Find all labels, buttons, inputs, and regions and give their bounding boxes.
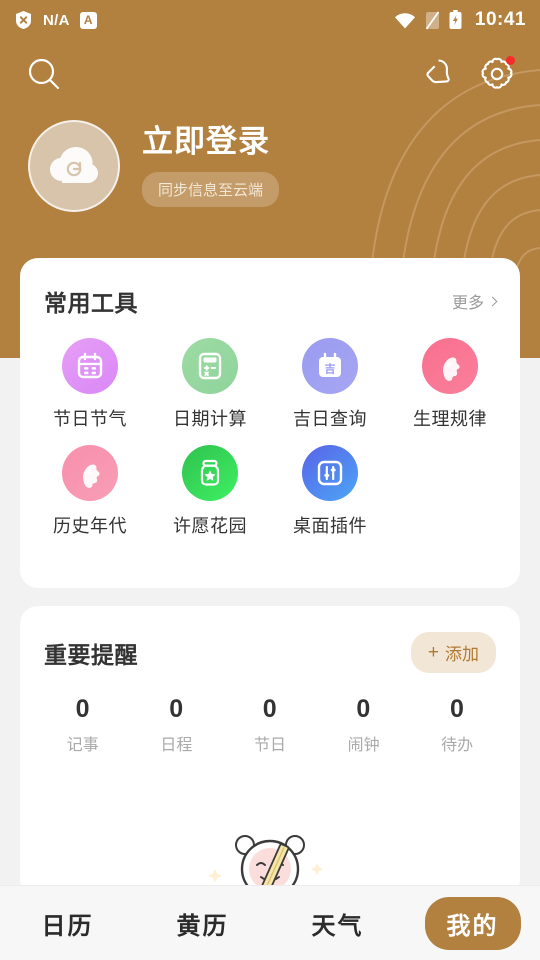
tool-item-2[interactable]: 日期计算: [150, 338, 270, 431]
tool-label: 桌面插件: [293, 516, 367, 536]
search-button[interactable]: [24, 54, 64, 94]
stat-label: 闹钟: [347, 737, 380, 754]
tool-item-5[interactable]: 历史年代: [30, 445, 150, 538]
reminder-stat[interactable]: 0 闹钟: [317, 695, 411, 755]
lucky-calendar-icon: 吉: [302, 338, 358, 394]
profile-section[interactable]: 立即登录 同步信息至云端: [0, 108, 540, 212]
reminder-card-title: 重要提醒: [44, 641, 138, 668]
tool-item-7[interactable]: 桌面插件: [270, 445, 390, 538]
woman-figure-icon: [62, 445, 118, 501]
stat-count: 0: [75, 695, 90, 723]
tool-label: 历史年代: [53, 516, 127, 536]
nav-item-1[interactable]: 日历: [0, 906, 135, 941]
notifications-button[interactable]: [418, 56, 454, 92]
reminder-stat[interactable]: 0 待办: [410, 695, 504, 755]
chevron-right-icon: [487, 296, 498, 306]
widget-slider-icon: [302, 445, 358, 501]
clock-label: 10:41: [474, 9, 526, 30]
stat-count: 0: [449, 695, 465, 723]
reminder-card-header: 重要提醒 + 添加: [20, 606, 520, 673]
reminder-stat[interactable]: 0 记事: [36, 695, 130, 755]
tool-item-6[interactable]: 许愿花园: [150, 445, 270, 538]
bottom-navigation: 日历 黄历 天气 我的: [0, 885, 540, 960]
stat-label: 日程: [160, 737, 193, 754]
tool-label: 节日节气: [53, 409, 127, 429]
search-icon: [28, 58, 60, 90]
tool-label: 生理规律: [413, 409, 487, 429]
battery-charging-icon: [449, 10, 462, 29]
nav-item-3[interactable]: 天气: [270, 906, 405, 941]
reminder-stat[interactable]: 0 日程: [130, 695, 224, 755]
common-tools-card: 常用工具 更多 节日节气 日期计算吉吉日查询 生理规律 历史年代 许愿花园 桌面插件: [20, 258, 520, 588]
tool-item-3[interactable]: 吉吉日查询: [270, 338, 390, 431]
tools-card-title: 常用工具: [44, 290, 138, 316]
tool-item-4[interactable]: 生理规律: [390, 338, 510, 431]
nav-item-4[interactable]: 我的: [405, 896, 540, 950]
plus-icon: +: [427, 642, 439, 663]
cloud-sync-icon: [50, 147, 98, 183]
wifi-icon: [394, 12, 415, 28]
nav-item-label: 日历: [41, 913, 94, 940]
shield-x-icon: [16, 11, 31, 29]
nav-item-label: 天气: [311, 913, 364, 940]
stat-label: 记事: [66, 737, 99, 754]
stat-count: 0: [356, 695, 371, 723]
nav-item-label: 黄历: [176, 913, 229, 940]
status-bar: N/A A 10:41: [0, 0, 540, 40]
wish-jar-icon: [182, 445, 238, 501]
important-reminder-card: 重要提醒 + 添加 0 记事 0 日程 0 节日 0 闹钟 0 待办: [20, 606, 520, 897]
tools-card-header: 常用工具 更多: [20, 258, 520, 318]
woman-figure-icon: [422, 338, 478, 394]
stat-count: 0: [262, 695, 278, 723]
bell-icon: [426, 59, 450, 84]
login-title[interactable]: 立即登录: [142, 125, 279, 159]
avatar[interactable]: [28, 120, 120, 212]
top-bar: [0, 40, 540, 108]
tools-more-label: 更多: [451, 295, 484, 312]
tool-label: 吉日查询: [293, 409, 367, 429]
tools-more-link[interactable]: 更多: [451, 289, 498, 313]
tool-item-1[interactable]: 节日节气: [30, 338, 150, 431]
nav-item-2[interactable]: 黄历: [135, 906, 270, 941]
app-notification-icon: A: [79, 11, 97, 29]
tool-label: 日期计算: [173, 409, 247, 429]
add-reminder-label: 添加: [445, 645, 479, 664]
calculator-icon: [182, 338, 238, 394]
add-reminder-button[interactable]: + 添加: [410, 632, 496, 673]
settings-badge: [506, 56, 515, 65]
sync-badge: 同步信息至云端: [142, 171, 280, 207]
nav-item-label: 我的: [424, 896, 521, 950]
stat-label: 节日: [253, 737, 286, 754]
stat-label: 待办: [441, 737, 474, 754]
reminder-stat[interactable]: 0 节日: [223, 695, 317, 755]
carrier-label: N/A: [43, 11, 70, 29]
stat-count: 0: [169, 695, 184, 723]
settings-button[interactable]: [478, 55, 516, 93]
tool-label: 许愿花园: [173, 516, 247, 536]
svg-text:吉: 吉: [325, 362, 336, 376]
tools-grid: 节日节气 日期计算吉吉日查询 生理规律 历史年代 许愿花园 桌面插件: [20, 318, 520, 538]
calendar-icon: [62, 338, 118, 394]
reminder-stats-row: 0 记事 0 日程 0 节日 0 闹钟 0 待办: [20, 673, 520, 755]
sim-off-icon: [425, 11, 440, 29]
